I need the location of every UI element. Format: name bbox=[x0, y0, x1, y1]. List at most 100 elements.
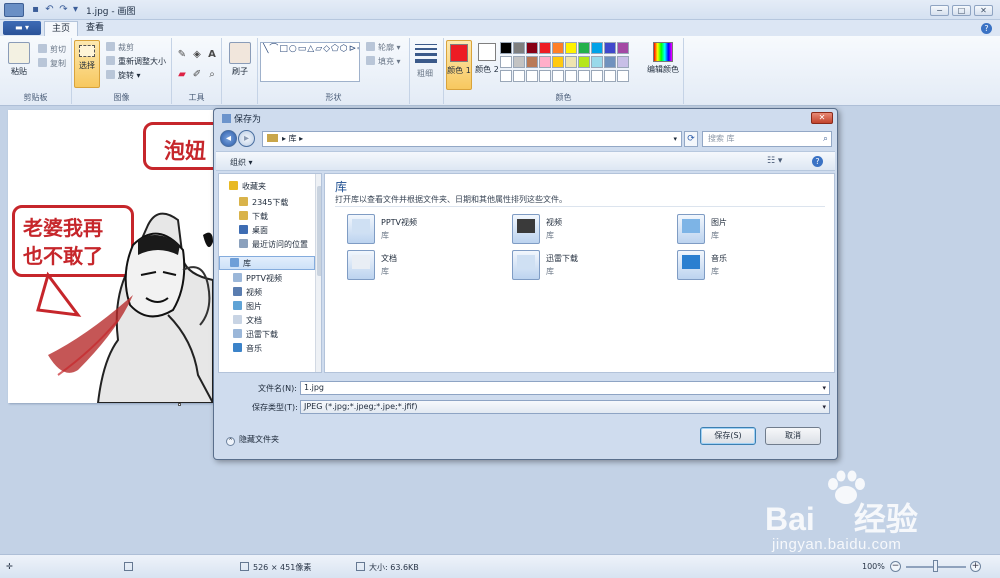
nav-item[interactable]: 库 bbox=[219, 256, 315, 270]
fill-button[interactable]: 填充 ▾ bbox=[366, 56, 401, 67]
library-item[interactable]: 图片库 bbox=[677, 214, 827, 248]
shapes-gallery[interactable]: ╲⌒□○▭△▱◇⬠⬡⊳⇨⇩⇦⇧✦☆✶▭◯♡⚡ bbox=[260, 42, 360, 82]
palette-swatch[interactable] bbox=[591, 42, 603, 54]
filetype-select[interactable]: JPEG (*.jpg;*.jpeg;*.jpe;*.jfif) ▾ bbox=[300, 400, 830, 414]
brushes-button[interactable]: 刷子 bbox=[227, 42, 253, 77]
nav-item[interactable]: 桌面 bbox=[219, 224, 315, 238]
text-tool-icon[interactable]: A bbox=[205, 48, 219, 62]
minimize-button[interactable]: − bbox=[930, 5, 949, 16]
customize-toolbar-icon[interactable]: ▾ bbox=[70, 4, 81, 15]
hide-folders-toggle[interactable]: ⌃ 隐藏文件夹 bbox=[226, 434, 279, 446]
resize-button[interactable]: 重新调整大小 bbox=[106, 56, 166, 67]
address-bar[interactable]: ▸ 库 ▸ ▾ bbox=[262, 131, 682, 147]
rotate-button[interactable]: 旋转 ▾ bbox=[106, 70, 141, 81]
palette-swatch[interactable] bbox=[578, 70, 590, 82]
palette-swatch[interactable] bbox=[565, 42, 577, 54]
outline-button[interactable]: 轮廓 ▾ bbox=[366, 42, 401, 53]
palette-swatch[interactable] bbox=[578, 56, 590, 68]
palette-swatch[interactable] bbox=[552, 56, 564, 68]
palette-swatch[interactable] bbox=[604, 70, 616, 82]
view-options-icon[interactable]: ☷ ▾ bbox=[767, 156, 789, 167]
back-button[interactable]: ◂ bbox=[220, 130, 237, 147]
palette-swatch[interactable] bbox=[591, 56, 603, 68]
undo-icon[interactable]: ↶ bbox=[44, 4, 55, 15]
cut-button[interactable]: 剪切 bbox=[38, 44, 66, 55]
library-item[interactable]: PPTV视频库 bbox=[347, 214, 497, 248]
edit-colors-button[interactable]: 编辑颜色 bbox=[646, 40, 680, 75]
color1-button[interactable]: 颜色 1 bbox=[446, 40, 472, 90]
nav-scrollbar[interactable] bbox=[315, 174, 321, 372]
crop-button[interactable]: 裁剪 bbox=[106, 42, 134, 53]
color-picker-icon[interactable]: ✐ bbox=[190, 68, 204, 82]
chevron-down-icon[interactable]: ▾ bbox=[673, 132, 677, 146]
palette-swatch[interactable] bbox=[604, 42, 616, 54]
palette-swatch[interactable] bbox=[513, 56, 525, 68]
brushes-group[interactable]: 刷子 bbox=[222, 38, 258, 104]
nav-item[interactable]: 最近访问的位置 bbox=[219, 238, 315, 252]
app-menu-icon[interactable] bbox=[4, 3, 24, 17]
nav-item[interactable]: 2345下载 bbox=[219, 196, 315, 210]
image-canvas[interactable]: 泡妞 老婆我再 也不敢了 bbox=[8, 110, 213, 403]
dialog-close-button[interactable]: ✕ bbox=[811, 112, 833, 124]
chevron-down-icon[interactable]: ▾ bbox=[822, 401, 826, 413]
library-item[interactable]: 音乐库 bbox=[677, 250, 827, 284]
pencil-icon[interactable]: ✎ bbox=[175, 48, 189, 62]
fill-bucket-icon[interactable]: ◈ bbox=[190, 48, 204, 62]
palette-swatch[interactable] bbox=[578, 42, 590, 54]
library-item[interactable]: 迅雷下载库 bbox=[512, 250, 662, 284]
magnifier-icon[interactable]: ⌕ bbox=[205, 68, 219, 82]
eraser-icon[interactable]: ▰ bbox=[175, 68, 189, 82]
palette-swatch[interactable] bbox=[500, 56, 512, 68]
save-button[interactable]: 保存(S) bbox=[700, 427, 756, 445]
palette-swatch[interactable] bbox=[591, 70, 603, 82]
palette-swatch[interactable] bbox=[526, 70, 538, 82]
palette-swatch[interactable] bbox=[565, 56, 577, 68]
palette-swatch[interactable] bbox=[617, 42, 629, 54]
nav-item[interactable]: 文档 bbox=[219, 314, 315, 328]
maximize-button[interactable]: □ bbox=[952, 5, 971, 16]
paste-button[interactable]: 粘贴 bbox=[6, 42, 32, 77]
palette-swatch[interactable] bbox=[539, 42, 551, 54]
palette-swatch[interactable] bbox=[539, 56, 551, 68]
palette-swatch[interactable] bbox=[513, 42, 525, 54]
palette-swatch[interactable] bbox=[526, 56, 538, 68]
library-item[interactable]: 视频库 bbox=[512, 214, 662, 248]
zoom-slider-thumb[interactable] bbox=[933, 560, 938, 572]
close-button[interactable]: ✕ bbox=[974, 5, 993, 16]
palette-swatch[interactable] bbox=[565, 70, 577, 82]
nav-item[interactable]: 下载 bbox=[219, 210, 315, 224]
select-button[interactable]: 选择 bbox=[74, 40, 100, 88]
palette-swatch[interactable] bbox=[539, 70, 551, 82]
palette-swatch[interactable] bbox=[513, 70, 525, 82]
nav-item[interactable]: 图片 bbox=[219, 300, 315, 314]
canvas-resize-handle[interactable] bbox=[178, 403, 181, 406]
redo-icon[interactable]: ↷ bbox=[58, 4, 69, 15]
zoom-out-button[interactable]: − bbox=[890, 561, 901, 572]
chevron-down-icon[interactable]: ▾ bbox=[822, 382, 826, 394]
refresh-button[interactable]: ⟳ bbox=[684, 131, 698, 147]
file-menu-button[interactable]: ▬ ▾ bbox=[3, 21, 41, 35]
palette-swatch[interactable] bbox=[617, 70, 629, 82]
help-icon[interactable]: ? bbox=[981, 23, 992, 34]
palette-swatch[interactable] bbox=[552, 42, 564, 54]
nav-item[interactable]: 迅雷下载 bbox=[219, 328, 315, 342]
tab-home[interactable]: 主页 bbox=[44, 21, 78, 36]
nav-item[interactable]: 收藏夹 bbox=[219, 180, 315, 194]
zoom-in-button[interactable]: + bbox=[970, 561, 981, 572]
nav-scroll-thumb[interactable] bbox=[317, 186, 321, 276]
palette-swatch[interactable] bbox=[500, 42, 512, 54]
palette-swatch[interactable] bbox=[552, 70, 564, 82]
organize-button[interactable]: 组织 ▾ bbox=[230, 157, 253, 168]
palette-swatch[interactable] bbox=[617, 56, 629, 68]
palette-swatch[interactable] bbox=[500, 70, 512, 82]
copy-button[interactable]: 复制 bbox=[38, 58, 66, 69]
filename-input[interactable]: 1.jpg ▾ bbox=[300, 381, 830, 395]
size-group[interactable]: 粗细 bbox=[410, 38, 444, 104]
tab-view[interactable]: 查看 bbox=[78, 21, 112, 36]
forward-button[interactable]: ▸ bbox=[238, 130, 255, 147]
search-input[interactable]: 搜索 库 ⌕ bbox=[702, 131, 832, 147]
dialog-help-icon[interactable]: ? bbox=[812, 156, 823, 167]
nav-item[interactable]: 音乐 bbox=[219, 342, 315, 356]
palette-swatch[interactable] bbox=[526, 42, 538, 54]
palette-swatch[interactable] bbox=[604, 56, 616, 68]
